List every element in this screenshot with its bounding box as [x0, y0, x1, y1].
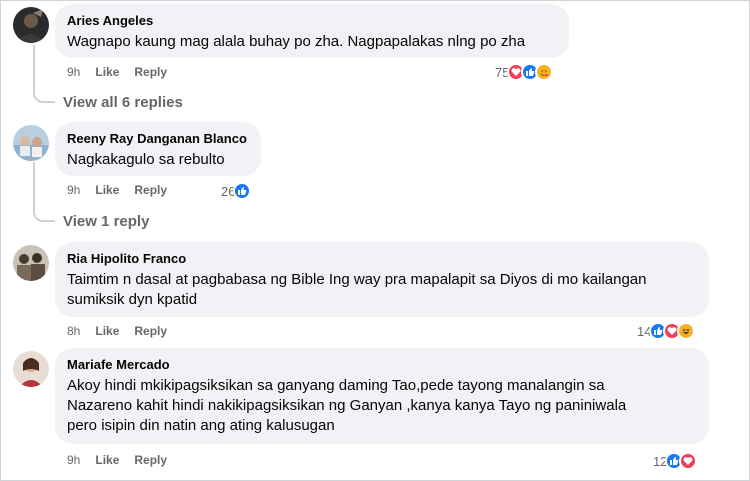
comment-actions: 9h Like Reply: [67, 64, 167, 80]
thread-connector: [33, 162, 55, 222]
reaction-summary[interactable]: 14: [637, 321, 696, 341]
comment-text-line: Nazareno kahit hindi nakikipagsiksikan n…: [67, 397, 627, 414]
comment-time[interactable]: 8h: [67, 324, 80, 338]
comment-time[interactable]: 9h: [67, 453, 80, 467]
thread-connector: [33, 45, 55, 103]
comment-text: Nagkakagulo sa rebulto: [67, 151, 225, 168]
comment-text-line: Akoy hindi mkikipagsiksikan sa ganyang d…: [67, 377, 605, 394]
view-replies-link[interactable]: View all 6 replies: [63, 94, 183, 111]
reply-button[interactable]: Reply: [134, 183, 167, 197]
like-button[interactable]: Like: [95, 183, 119, 197]
heart-reaction-icon: [679, 452, 698, 470]
comment-text: Akoy hindi mkikipagsiksikan sa ganyang d…: [67, 376, 697, 436]
avatar[interactable]: [13, 351, 49, 387]
comment-author[interactable]: Ria Hipolito Franco: [67, 250, 697, 267]
comment-text-line: sumiksik dyn kpatid: [67, 291, 198, 308]
comment-actions: 9h Like Reply: [67, 452, 167, 468]
reply-button[interactable]: Reply: [134, 453, 167, 467]
haha-reaction-icon: [677, 322, 696, 340]
comments-panel: Aries Angeles Wagnapo kaung mag alala bu…: [0, 0, 750, 481]
care-reaction-icon: [535, 63, 554, 81]
like-reaction-icon: [233, 182, 252, 200]
avatar[interactable]: [13, 125, 49, 161]
comment-time[interactable]: 9h: [67, 183, 80, 197]
comment-bubble: Aries Angeles Wagnapo kaung mag alala bu…: [55, 4, 569, 58]
comment-author[interactable]: Mariafe Mercado: [67, 356, 697, 373]
like-button[interactable]: Like: [95, 65, 119, 79]
comment-bubble: Ria Hipolito Franco Taimtim n dasal at p…: [55, 242, 709, 317]
comment-bubble: Mariafe Mercado Akoy hindi mkikipagsiksi…: [55, 348, 709, 444]
like-button[interactable]: Like: [95, 324, 119, 338]
comment-text-line: pero isipin din natin ang ating kalusuga…: [67, 417, 335, 434]
avatar[interactable]: [13, 245, 49, 281]
like-button[interactable]: Like: [95, 453, 119, 467]
comment-text: Taimtim n dasal at pagbabasa ng Bible In…: [67, 270, 697, 310]
comment-actions: 9h Like Reply: [67, 182, 167, 198]
comment-time[interactable]: 9h: [67, 65, 80, 79]
comment-author[interactable]: Aries Angeles: [67, 12, 557, 29]
comment-text-line: Taimtim n dasal at pagbabasa ng Bible In…: [67, 271, 647, 288]
reaction-summary[interactable]: 26: [221, 181, 252, 201]
reply-button[interactable]: Reply: [134, 324, 167, 338]
comment-text: Wagnapo kaung mag alala buhay po zha. Na…: [67, 33, 526, 50]
comment-author[interactable]: Reeny Ray Danganan Blanco: [67, 130, 249, 147]
view-replies-link[interactable]: View 1 reply: [63, 213, 149, 230]
comment-actions: 8h Like Reply: [67, 323, 167, 339]
reaction-summary[interactable]: 75: [495, 62, 554, 82]
reply-button[interactable]: Reply: [134, 65, 167, 79]
comment-bubble: Reeny Ray Danganan Blanco Nagkakagulo sa…: [55, 122, 261, 176]
reaction-summary[interactable]: 12: [653, 451, 698, 471]
avatar[interactable]: [13, 7, 49, 43]
